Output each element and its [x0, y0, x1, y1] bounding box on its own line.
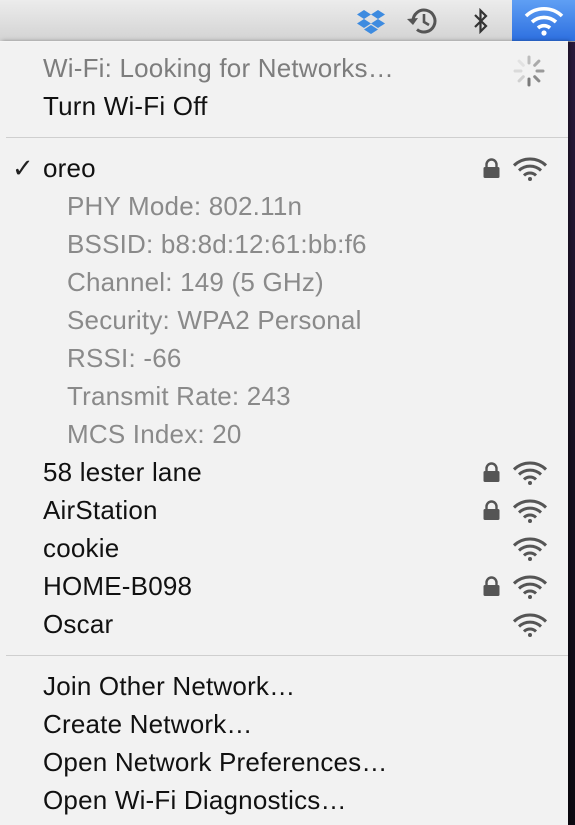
detail-bssid: BSSID: b8:8d:12:61:bb:f6	[0, 225, 568, 263]
wifi-signal-icon	[512, 157, 548, 181]
detail-channel: Channel: 149 (5 GHz)	[0, 263, 568, 301]
bluetooth-icon[interactable]	[466, 0, 496, 41]
wifi-signal-icon	[512, 575, 548, 599]
wifi-menu: Wi-Fi: Looking for Networks… Turn Wi-Fi …	[0, 41, 568, 825]
turn-wifi-off-label: Turn Wi-Fi Off	[43, 90, 208, 121]
network-name: AirStation	[43, 494, 158, 525]
wifi-status-text: Wi-Fi: Looking for Networks…	[43, 52, 394, 83]
wifi-signal-icon	[512, 537, 548, 561]
detail-mcs-index: MCS Index: 20	[0, 415, 568, 453]
detail-text: Transmit Rate: 243	[67, 380, 291, 411]
lock-icon	[483, 576, 500, 596]
network-item[interactable]: Oscar	[0, 605, 568, 643]
join-other-network-item[interactable]: Join Other Network…	[0, 667, 568, 705]
wifi-signal-icon	[512, 613, 548, 637]
open-wifi-diagnostics-label: Open Wi-Fi Diagnostics…	[43, 784, 347, 815]
network-name: Oscar	[43, 608, 114, 639]
detail-security: Security: WPA2 Personal	[0, 301, 568, 339]
dropbox-icon[interactable]	[354, 0, 388, 41]
detail-text: BSSID: b8:8d:12:61:bb:f6	[67, 228, 367, 259]
network-item[interactable]: AirStation	[0, 491, 568, 529]
detail-transmit-rate: Transmit Rate: 243	[0, 377, 568, 415]
time-machine-icon[interactable]	[402, 0, 442, 41]
open-wifi-diagnostics-item[interactable]: Open Wi-Fi Diagnostics…	[0, 781, 568, 819]
detail-text: MCS Index: 20	[67, 418, 242, 449]
lock-icon	[483, 500, 500, 520]
detail-text: PHY Mode: 802.11n	[67, 190, 303, 221]
create-network-item[interactable]: Create Network…	[0, 705, 568, 743]
network-item[interactable]: HOME-B098	[0, 567, 568, 605]
wifi-icon[interactable]	[512, 0, 575, 41]
network-item[interactable]: cookie	[0, 529, 568, 567]
separator	[6, 137, 568, 138]
lock-icon	[483, 158, 500, 178]
network-item[interactable]: 58 lester lane	[0, 453, 568, 491]
wifi-signal-icon	[512, 461, 548, 485]
network-name: HOME-B098	[43, 570, 193, 601]
checkmark-icon: ✓	[12, 152, 34, 183]
open-network-preferences-item[interactable]: Open Network Preferences…	[0, 743, 568, 781]
detail-text: Channel: 149 (5 GHz)	[67, 266, 324, 297]
separator	[6, 655, 568, 656]
lock-icon	[483, 462, 500, 482]
turn-wifi-off-item[interactable]: Turn Wi-Fi Off	[0, 87, 568, 125]
network-name: 58 lester lane	[43, 456, 202, 487]
network-name: oreo	[43, 152, 96, 183]
wifi-status: Wi-Fi: Looking for Networks…	[0, 49, 568, 87]
network-item-oreo[interactable]: ✓ oreo	[0, 149, 568, 187]
wifi-signal-icon	[512, 499, 548, 523]
open-network-preferences-label: Open Network Preferences…	[43, 746, 388, 777]
detail-text: RSSI: -66	[67, 342, 182, 373]
spinner-icon	[513, 55, 545, 87]
detail-phy-mode: PHY Mode: 802.11n	[0, 187, 568, 225]
detail-rssi: RSSI: -66	[0, 339, 568, 377]
create-network-label: Create Network…	[43, 708, 253, 739]
network-name: cookie	[43, 532, 120, 563]
join-other-network-label: Join Other Network…	[43, 670, 296, 701]
detail-text: Security: WPA2 Personal	[67, 304, 362, 335]
menu-bar	[0, 0, 575, 42]
